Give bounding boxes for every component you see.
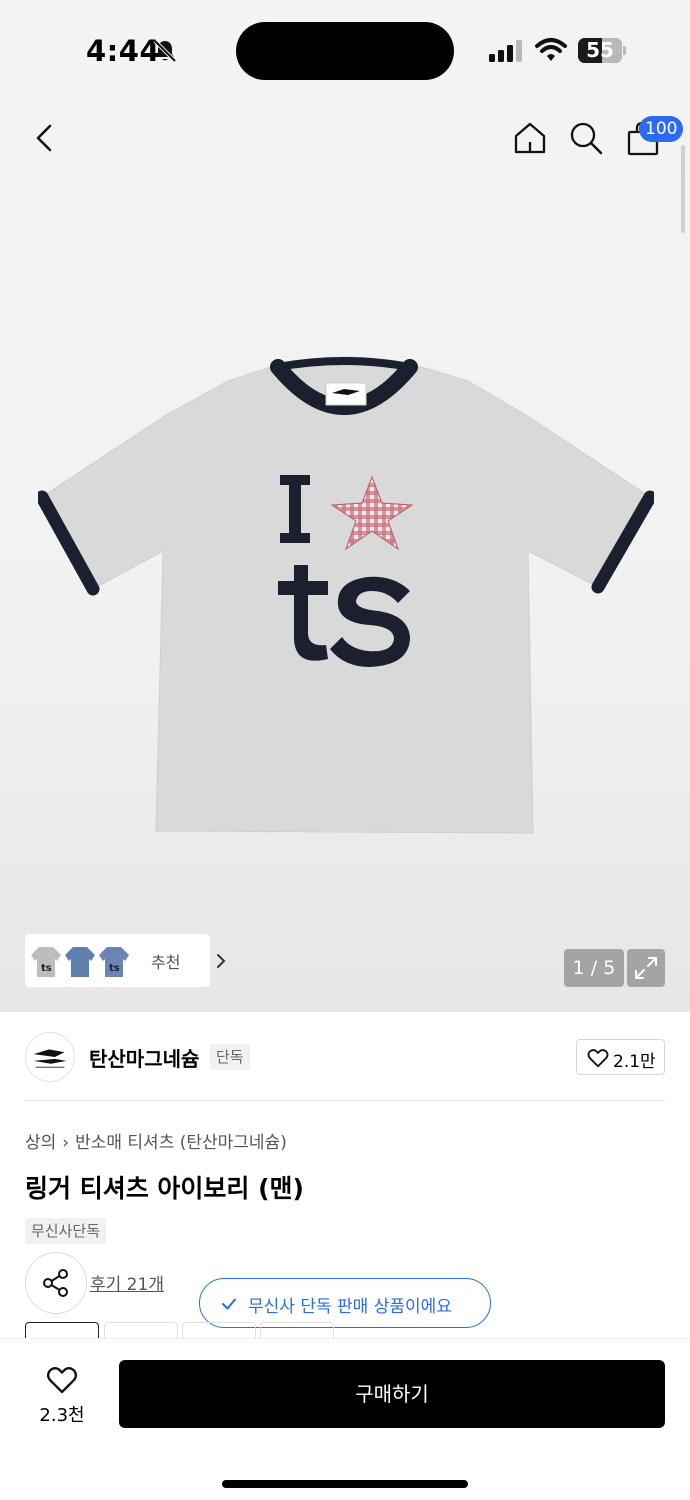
brand-logo[interactable] [25,1032,75,1082]
tooltip-text: 무신사 단독 판매 상품이에요 [248,1297,452,1317]
heart-icon [46,1367,78,1394]
status-bar: 4:44 55 [0,0,690,100]
battery-level: 55 [586,38,614,62]
dynamic-island [236,22,454,80]
chevron-right-icon [217,954,226,968]
brand-like-button[interactable]: 2.1만 [576,1039,665,1075]
expand-icon[interactable] [627,949,665,987]
divider [25,1100,665,1101]
scrollbar[interactable] [681,145,685,233]
wishlist-button[interactable]: 2.3천 [30,1361,94,1431]
status-time: 4:44 [86,34,161,68]
signal-icon [489,40,522,62]
home-icon[interactable] [512,120,548,156]
breadcrumb-category[interactable]: 상의 [25,1133,56,1153]
chevron-right-icon: › [62,1133,70,1153]
breadcrumb-subcategory[interactable]: 반소매 티셔츠 (탄산마그네슘) [75,1133,287,1153]
recommendation-chip[interactable]: ts ts 추천 [25,934,226,987]
reviews-link[interactable]: 후기 21개 [90,1270,164,1295]
product-image[interactable] [38,355,654,837]
home-indicator[interactable] [222,1480,468,1488]
buy-button[interactable]: 구매하기 [119,1360,665,1428]
battery-icon: 55 [578,38,626,63]
share-icon [43,1269,68,1297]
musinsa-exclusive-tag: 무신사단독 [25,1218,107,1244]
brand-logo-icon [33,1049,67,1069]
bottom-action-bar: 2.3천 구매하기 [0,1338,690,1500]
bell-off-icon [153,39,177,63]
wishlist-count: 2.3천 [39,1405,85,1426]
svg-text:ts: ts [109,963,120,974]
search-icon[interactable] [568,120,604,156]
recommendation-label: 추천 [151,953,181,972]
breadcrumb: 상의 › 반소매 티셔츠 (탄산마그네슘) [25,1128,287,1153]
check-icon [222,1298,236,1310]
brand-name[interactable]: 탄산마그네슘 [89,1043,199,1072]
heart-icon [587,1049,609,1068]
thumbnail-gray: ts [31,947,61,977]
image-counter: 1 / 5 [564,949,624,987]
cart-count-badge: 100 [639,116,684,142]
thumbnail-navy: ts [99,947,129,977]
thumbnail-blue [65,947,95,977]
exclusive-badge: 단독 [210,1044,250,1070]
exclusive-tooltip: 무신사 단독 판매 상품이에요 [199,1278,491,1328]
product-gallery[interactable]: 100 ts ts 추천 1 / 5 [0,100,690,1012]
wifi-icon [535,38,567,61]
share-button[interactable] [25,1252,87,1314]
svg-text:ts: ts [41,963,52,974]
brand-like-count: 2.1만 [613,1052,656,1072]
back-icon[interactable] [28,120,62,156]
product-title: 링거 티셔츠 아이보리 (맨) [25,1174,304,1203]
